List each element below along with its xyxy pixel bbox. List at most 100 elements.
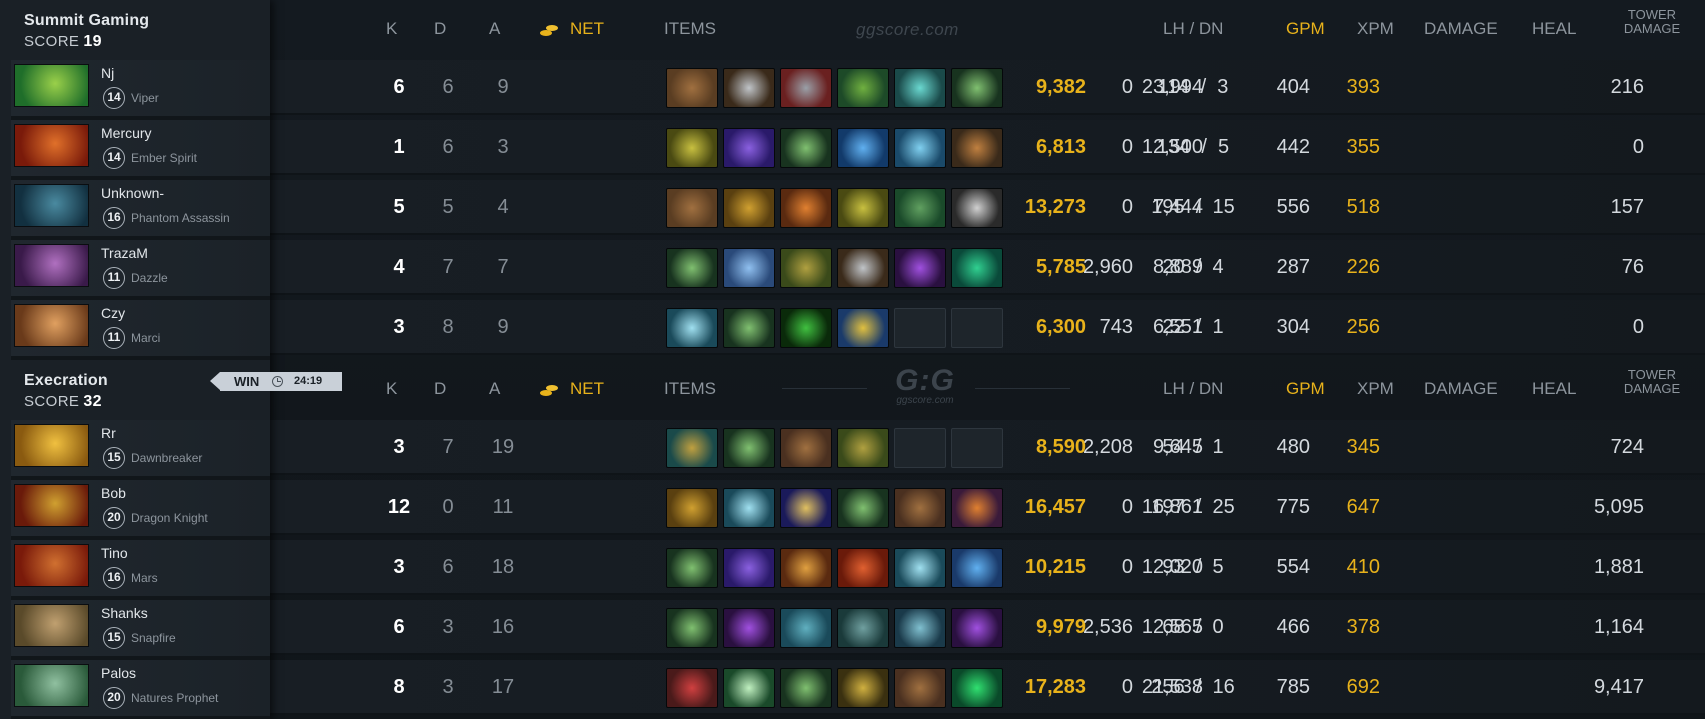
item-icon[interactable] xyxy=(894,188,946,228)
item-icon[interactable] xyxy=(894,128,946,168)
col-tower-damage: TOWER DAMAGE xyxy=(1622,368,1682,396)
item-icon[interactable] xyxy=(837,308,889,348)
player-card[interactable]: Shanks 15 Snapfire xyxy=(11,600,270,660)
item-icon[interactable] xyxy=(951,188,1003,228)
item-icon[interactable] xyxy=(894,488,946,528)
item-icon[interactable] xyxy=(780,668,832,708)
xpm-value: 404 xyxy=(1276,76,1310,98)
item-icon[interactable] xyxy=(666,308,718,348)
item-icon[interactable] xyxy=(666,128,718,168)
player-stats-row: 5 5 4 13,273 195 / 15 518 556 7,444 0 157 xyxy=(270,180,1705,235)
heal-value: 2,960 xyxy=(1082,256,1133,278)
gpm-value: 647 xyxy=(1346,496,1380,518)
item-icon[interactable] xyxy=(780,68,832,108)
item-icon[interactable] xyxy=(837,68,889,108)
item-icon[interactable] xyxy=(723,68,775,108)
col-gpm: GPM xyxy=(1286,379,1325,398)
item-icon[interactable] xyxy=(666,488,718,528)
player-card[interactable]: Palos 20 Natures Prophet xyxy=(11,660,270,719)
hero-portrait xyxy=(14,484,89,527)
item-icon[interactable] xyxy=(780,428,832,468)
item-icon[interactable] xyxy=(723,668,775,708)
player-card[interactable]: Unknown- 16 Phantom Assassin xyxy=(11,180,270,240)
item-icon[interactable] xyxy=(894,548,946,588)
deaths-value: 6 xyxy=(442,556,454,578)
watermark-text: ggscore.com xyxy=(856,20,959,39)
item-icon[interactable] xyxy=(837,128,889,168)
item-icon[interactable] xyxy=(780,548,832,588)
item-icon[interactable] xyxy=(837,488,889,528)
empty-item-slot[interactable] xyxy=(951,428,1003,468)
item-icon[interactable] xyxy=(666,548,718,588)
team-1-players: Nj 14 Viper Mercury 14 Ember Spirit Unknown- 16… xyxy=(11,60,270,360)
col-tower-damage: TOWER DAMAGE xyxy=(1622,8,1682,36)
item-icon[interactable] xyxy=(837,548,889,588)
damage-value: 23,994 xyxy=(1141,76,1203,98)
item-icon[interactable] xyxy=(666,248,718,288)
gpm-value: 518 xyxy=(1346,196,1380,218)
item-icon[interactable] xyxy=(723,128,775,168)
item-icon[interactable] xyxy=(951,548,1003,588)
heal-value: 0 xyxy=(1121,76,1133,98)
item-icon[interactable] xyxy=(894,608,946,648)
item-icon[interactable] xyxy=(723,428,775,468)
item-icon[interactable] xyxy=(951,68,1003,108)
item-icon[interactable] xyxy=(837,668,889,708)
item-icon[interactable] xyxy=(951,668,1003,708)
deaths-value: 3 xyxy=(442,616,454,638)
hero-level-badge: 20 xyxy=(103,687,125,709)
empty-item-slot[interactable] xyxy=(894,308,946,348)
xpm-value: 442 xyxy=(1276,136,1310,158)
empty-item-slot[interactable] xyxy=(951,308,1003,348)
player-card[interactable]: Nj 14 Viper xyxy=(11,60,270,120)
item-icon[interactable] xyxy=(723,608,775,648)
player-card[interactable]: Tino 16 Mars xyxy=(11,540,270,600)
item-icon[interactable] xyxy=(666,188,718,228)
assists-value: 16 xyxy=(491,616,515,638)
player-card[interactable]: Mercury 14 Ember Spirit xyxy=(11,120,270,180)
player-card[interactable]: TrazaM 11 Dazzle xyxy=(11,240,270,300)
item-icon[interactable] xyxy=(837,608,889,648)
item-icon[interactable] xyxy=(894,668,946,708)
item-icon[interactable] xyxy=(951,488,1003,528)
item-icon[interactable] xyxy=(666,668,718,708)
empty-item-slot[interactable] xyxy=(894,428,946,468)
player-sidebar: Summit Gaming SCORE 19 Nj 14 Viper Mercury 14… xyxy=(0,0,270,719)
item-icon[interactable] xyxy=(837,248,889,288)
item-icon[interactable] xyxy=(780,188,832,228)
item-icon[interactable] xyxy=(780,608,832,648)
item-icon[interactable] xyxy=(780,248,832,288)
score-label: SCORE xyxy=(24,393,80,410)
item-icon[interactable] xyxy=(894,68,946,108)
player-card[interactable]: Czy 11 Marci xyxy=(11,300,270,360)
item-icon[interactable] xyxy=(723,488,775,528)
item-icon[interactable] xyxy=(666,608,718,648)
hero-level-badge: 15 xyxy=(103,627,125,649)
player-stats-row: 1 6 3 6,813 134 / 5 355 442 12,500 0 0 xyxy=(270,120,1705,175)
item-icon[interactable] xyxy=(951,128,1003,168)
item-icon[interactable] xyxy=(837,188,889,228)
net-worth-value: 6,300 xyxy=(1035,316,1086,338)
heal-value: 2,208 xyxy=(1082,436,1133,458)
player-stats-row: 8 3 17 17,283 256 / 16 692 785 21,538 0 9,417 xyxy=(270,660,1705,715)
assists-value: 11 xyxy=(492,496,514,518)
item-icon[interactable] xyxy=(780,488,832,528)
player-card[interactable]: Bob 20 Dragon Knight xyxy=(11,480,270,540)
item-icon[interactable] xyxy=(951,608,1003,648)
score-value: 19 xyxy=(83,33,102,50)
item-icon[interactable] xyxy=(723,248,775,288)
item-icon[interactable] xyxy=(837,428,889,468)
item-icon[interactable] xyxy=(780,308,832,348)
item-icon[interactable] xyxy=(723,548,775,588)
item-icon[interactable] xyxy=(951,248,1003,288)
item-icon[interactable] xyxy=(666,428,718,468)
item-icon[interactable] xyxy=(723,188,775,228)
net-worth-value: 9,382 xyxy=(1035,76,1086,98)
col-kills: K xyxy=(386,19,398,38)
item-icon[interactable] xyxy=(666,68,718,108)
player-card[interactable]: Rr 15 Dawnbreaker xyxy=(11,420,270,480)
item-icon[interactable] xyxy=(894,248,946,288)
item-icon[interactable] xyxy=(723,308,775,348)
item-icon[interactable] xyxy=(780,128,832,168)
col-lh-dn: LH / DN xyxy=(1163,379,1224,398)
